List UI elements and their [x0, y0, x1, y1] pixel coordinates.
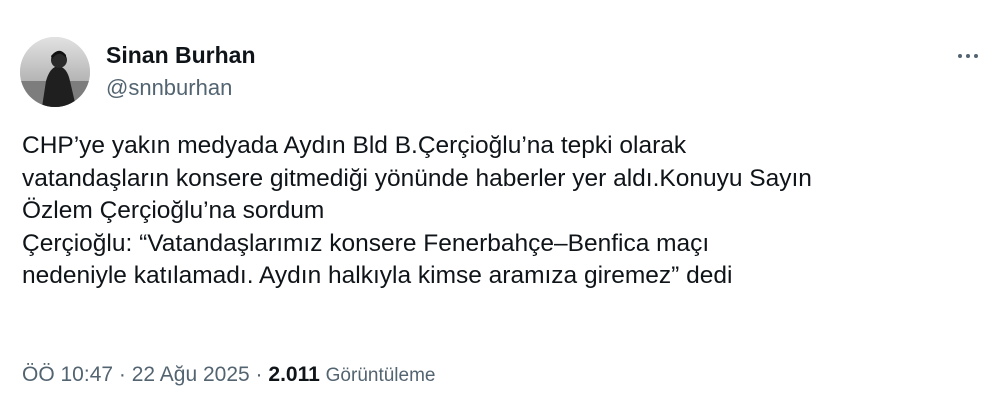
tweet-text-line: Çerçioğlu: “Vatandaşlarımız konsere Fene…	[22, 229, 710, 257]
tweet-card: Sinan Burhan @snnburhan CHP’ye yakın med…	[0, 0, 996, 420]
views-count[interactable]: 2.011	[268, 363, 319, 386]
tweet-date[interactable]: 22 Ağu 2025	[132, 363, 250, 386]
tweet-text-line: nedeniyle katılamadı. Aydın halkıyla kim…	[22, 262, 733, 289]
tweet-text-line: CHP’ye yakın medyada Aydın Bld B.Çerçioğ…	[22, 132, 687, 159]
tweet-time[interactable]: ÖÖ 10:47	[22, 363, 113, 386]
tweet-text: CHP’ye yakın medyada Aydın Bld B.Çerçioğ…	[22, 130, 982, 293]
more-options-button[interactable]	[952, 42, 984, 70]
meta-separator: ·	[255, 363, 263, 386]
tweet-text-line: vatandaşların konsere gitmediği yönünde …	[22, 164, 812, 192]
more-horizontal-icon	[966, 54, 970, 58]
tweet-meta: ÖÖ 10:47 · 22 Ağu 2025 · 2.011 Görüntüle…	[22, 362, 435, 389]
avatar-photo	[20, 37, 90, 107]
more-horizontal-icon	[974, 54, 978, 58]
avatar[interactable]	[20, 37, 90, 107]
tweet-text-line: Özlem Çerçioğlu’na sordum	[22, 197, 325, 224]
meta-separator: ·	[118, 363, 126, 386]
views-label: Görüntüleme	[325, 365, 436, 386]
more-horizontal-icon	[958, 54, 962, 58]
author-name[interactable]: Sinan Burhan	[106, 41, 256, 69]
author-handle[interactable]: @snnburhan	[106, 75, 232, 101]
